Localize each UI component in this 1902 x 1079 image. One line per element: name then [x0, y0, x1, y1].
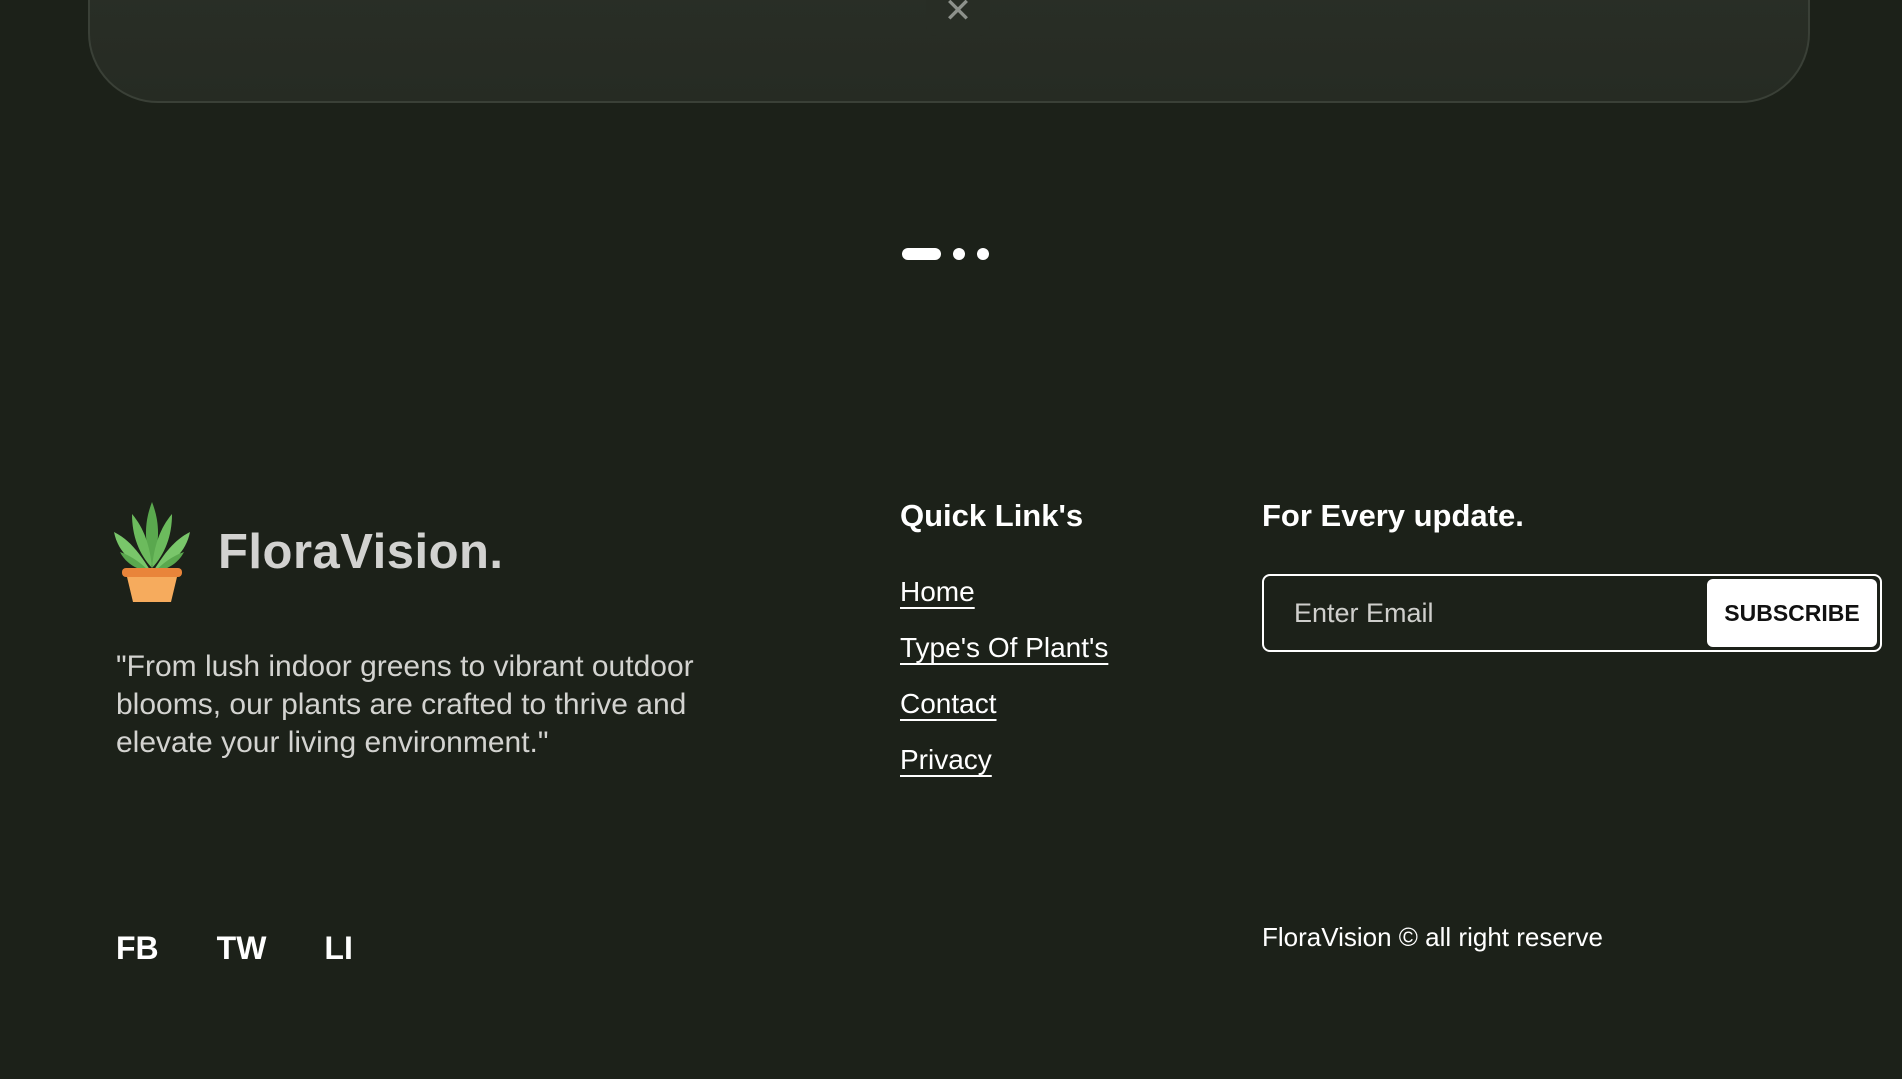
link-types-of-plants[interactable]: Type's Of Plant's	[900, 632, 1108, 664]
brand-name: FloraVision.	[218, 525, 504, 579]
potted-plant-icon	[114, 502, 190, 602]
link-privacy[interactable]: Privacy	[900, 744, 992, 776]
link-home[interactable]: Home	[900, 576, 975, 608]
quick-links-title: Quick Link's	[900, 498, 1084, 533]
quick-links-section: Quick Link's Home Type's Of Plant's Cont…	[900, 498, 1108, 800]
newsletter-section: For Every update. SUBSCRIBE	[1262, 498, 1882, 652]
carousel-dot-2[interactable]	[953, 248, 965, 260]
close-button[interactable]: ✕	[926, 0, 990, 36]
social-links: FB TW LI	[116, 930, 411, 967]
social-facebook-link[interactable]: FB	[116, 930, 159, 967]
footer-brand: FloraVision.	[112, 500, 504, 604]
page: ✕ FloraVision. "From lush indoor greens …	[0, 0, 1902, 1079]
social-linkedin-link[interactable]: LI	[324, 930, 352, 967]
social-twitter-link[interactable]: TW	[217, 930, 267, 967]
carousel-dots	[902, 248, 989, 260]
link-contact[interactable]: Contact	[900, 688, 997, 720]
brand-tagline: "From lush indoor greens to vibrant outd…	[116, 650, 694, 759]
carousel-dot-1[interactable]	[902, 248, 941, 260]
carousel-dot-3[interactable]	[977, 248, 989, 260]
newsletter-title: For Every update.	[1262, 498, 1524, 533]
copyright-text: FloraVision © all right reserve	[1262, 922, 1603, 952]
subscribe-button[interactable]: SUBSCRIBE	[1707, 579, 1877, 647]
email-input[interactable]	[1267, 579, 1707, 647]
quick-links-list: Home Type's Of Plant's Contact Privacy	[900, 576, 1108, 800]
subscribe-form: SUBSCRIBE	[1262, 574, 1882, 652]
close-icon: ✕	[943, 0, 973, 30]
